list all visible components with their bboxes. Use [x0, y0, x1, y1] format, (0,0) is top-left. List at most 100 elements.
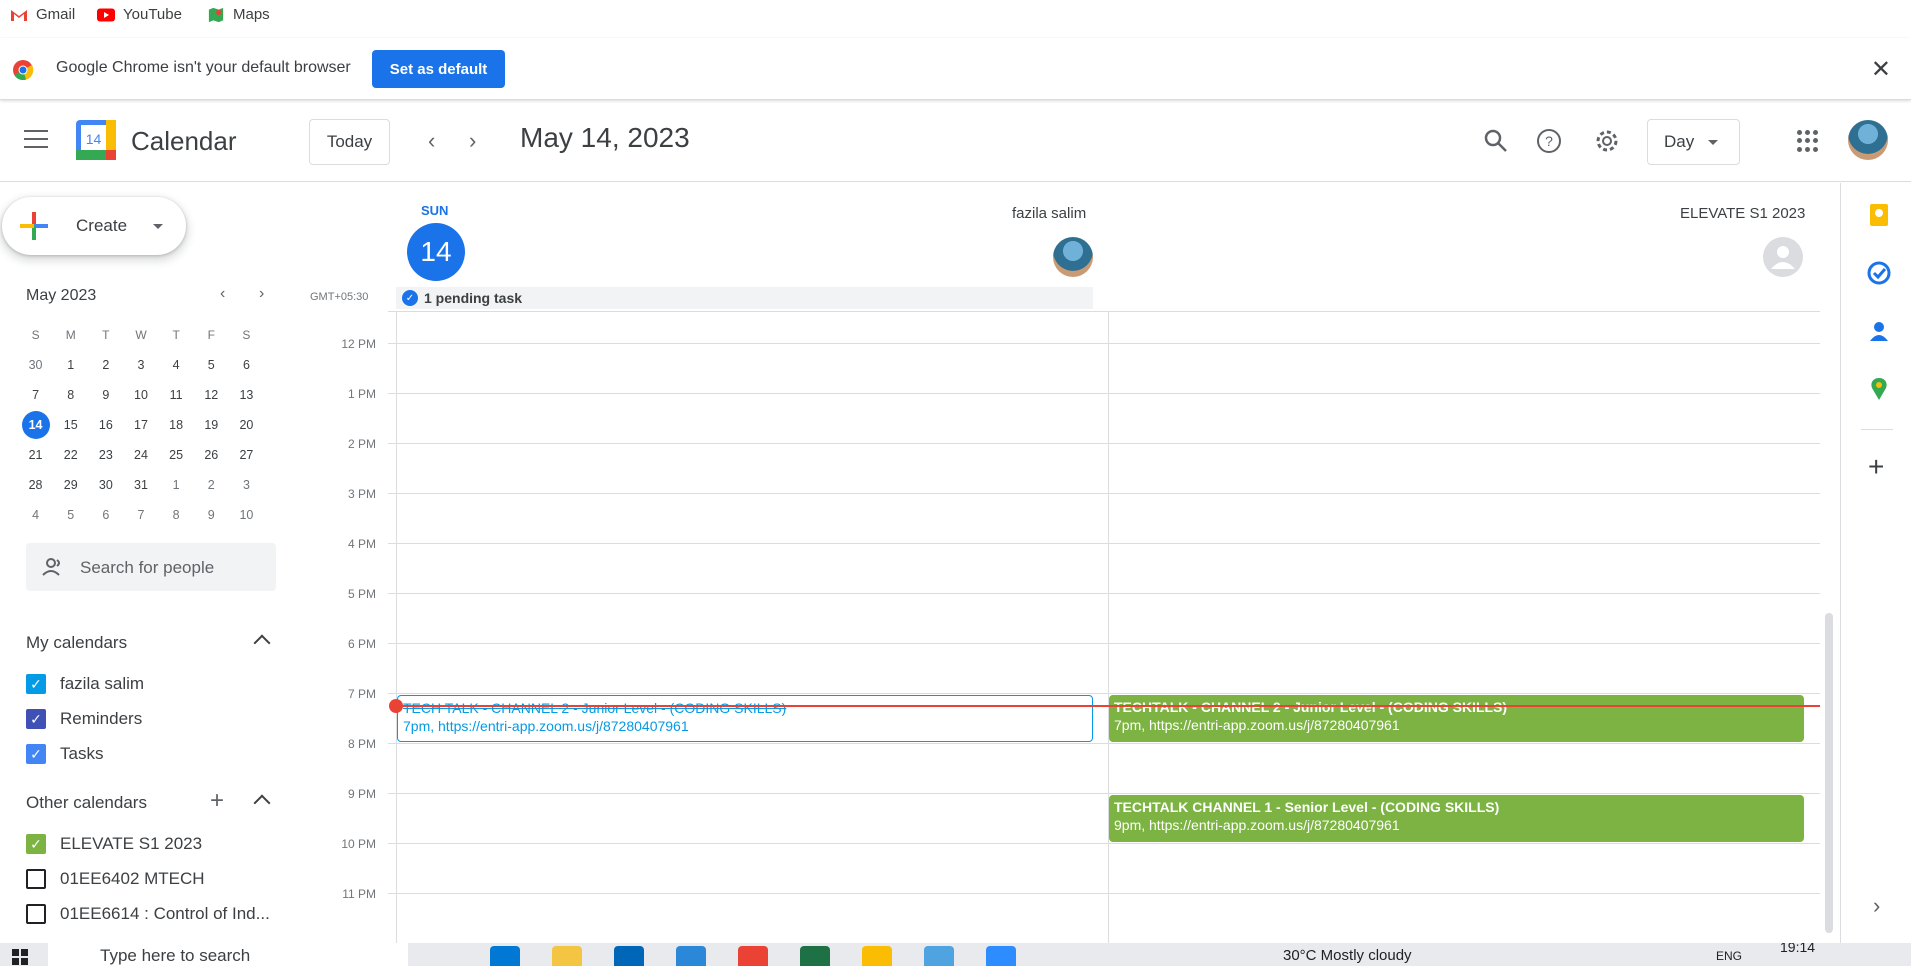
store-icon[interactable] — [676, 946, 706, 966]
edge-icon[interactable] — [490, 946, 520, 966]
event-techtalk-senior-elevate[interactable]: TECHTALK CHANNEL 1 - Senior Level - (COD… — [1109, 795, 1804, 842]
language-indicator[interactable]: ENG — [1716, 949, 1742, 963]
mini-day[interactable]: 7 — [18, 381, 53, 409]
contacts-icon[interactable] — [1867, 319, 1891, 343]
calendar-item-01ee6614[interactable]: 01EE6614 : Control of Ind... — [26, 900, 270, 928]
mini-day[interactable]: 5 — [53, 501, 88, 529]
mini-day[interactable]: 27 — [229, 441, 264, 469]
mini-day[interactable]: 10 — [229, 501, 264, 529]
mini-day[interactable]: 4 — [18, 501, 53, 529]
mini-day[interactable]: 30 — [88, 471, 123, 499]
mini-day[interactable]: 5 — [194, 351, 229, 379]
weather-text[interactable]: 30°C Mostly cloudy — [1283, 947, 1412, 964]
mini-day[interactable]: 4 — [159, 351, 194, 379]
calendar-item-fazila-salim[interactable]: ✓ fazila salim — [26, 670, 144, 698]
checkbox-checked-icon[interactable]: ✓ — [26, 709, 46, 729]
close-icon[interactable]: ✕ — [1871, 55, 1891, 84]
mini-day[interactable]: 9 — [194, 501, 229, 529]
calendar-item-tasks[interactable]: ✓ Tasks — [26, 740, 103, 768]
mini-day[interactable]: 16 — [88, 411, 123, 439]
mini-prev-month-icon[interactable]: ‹ — [220, 285, 225, 303]
mini-day[interactable]: 25 — [159, 441, 194, 469]
photos-icon[interactable] — [924, 946, 954, 966]
mini-day[interactable]: 2 — [194, 471, 229, 499]
mini-day[interactable]: 29 — [53, 471, 88, 499]
search-people-input[interactable]: Search for people — [26, 543, 276, 591]
mini-day[interactable]: 15 — [53, 411, 88, 439]
event-techtalk-junior-elevate[interactable]: TECHTALK - CHANNEL 2 - Junior Level - (C… — [1109, 695, 1804, 742]
mini-day[interactable]: 8 — [159, 501, 194, 529]
chevron-up-icon[interactable] — [253, 634, 271, 652]
next-period-button[interactable]: › — [469, 128, 476, 154]
mini-day[interactable]: 18 — [159, 411, 194, 439]
mini-day[interactable]: 1 — [53, 351, 88, 379]
checkbox-unchecked-icon[interactable] — [26, 869, 46, 889]
expand-panel-icon[interactable]: › — [1873, 893, 1880, 919]
settings-gear-icon[interactable] — [1593, 127, 1621, 155]
today-button[interactable]: Today — [309, 119, 390, 165]
bookmark-maps[interactable]: Maps — [207, 6, 270, 23]
current-day-circle[interactable]: 14 — [407, 223, 465, 281]
mini-day[interactable]: 17 — [123, 411, 158, 439]
chrome-taskbar-icon[interactable] — [862, 946, 892, 966]
mini-day-selected[interactable]: 14 — [18, 411, 53, 439]
zoom-icon[interactable] — [986, 946, 1016, 966]
mini-day[interactable]: 11 — [159, 381, 194, 409]
help-icon[interactable]: ? — [1535, 127, 1563, 155]
mini-day[interactable]: 21 — [18, 441, 53, 469]
mini-day[interactable]: 31 — [123, 471, 158, 499]
mini-day[interactable]: 22 — [53, 441, 88, 469]
keep-icon[interactable] — [1867, 203, 1891, 227]
main-menu-icon[interactable] — [24, 130, 48, 148]
add-addon-icon[interactable]: + — [1868, 451, 1884, 483]
gmail-taskbar-icon[interactable] — [738, 946, 768, 966]
mini-day[interactable]: 3 — [229, 471, 264, 499]
mini-day[interactable]: 3 — [123, 351, 158, 379]
mini-day[interactable]: 23 — [88, 441, 123, 469]
mail-icon[interactable] — [614, 946, 644, 966]
taskbar-search-input[interactable]: Type here to search — [48, 943, 408, 966]
maps-icon[interactable] — [1867, 377, 1891, 401]
clock-time[interactable]: 19:14 — [1780, 943, 1815, 955]
checkbox-checked-icon[interactable]: ✓ — [26, 834, 46, 854]
mini-day[interactable]: 7 — [123, 501, 158, 529]
checkbox-checked-icon[interactable]: ✓ — [26, 674, 46, 694]
excel-icon[interactable] — [800, 946, 830, 966]
search-icon[interactable] — [1482, 127, 1510, 155]
mini-day[interactable]: 10 — [123, 381, 158, 409]
account-avatar[interactable] — [1848, 120, 1888, 160]
file-explorer-icon[interactable] — [552, 946, 582, 966]
grid-scrollbar[interactable] — [1825, 613, 1833, 933]
windows-start-icon[interactable] — [12, 949, 28, 965]
mini-day[interactable]: 30 — [18, 351, 53, 379]
create-button[interactable]: Create — [2, 197, 186, 255]
mini-day[interactable]: 12 — [194, 381, 229, 409]
bookmark-gmail[interactable]: Gmail — [10, 6, 75, 23]
set-as-default-button[interactable]: Set as default — [372, 50, 505, 88]
my-calendars-title[interactable]: My calendars — [26, 633, 127, 653]
chevron-up-icon[interactable] — [253, 794, 271, 812]
checkbox-unchecked-icon[interactable] — [26, 904, 46, 924]
mini-day[interactable]: 24 — [123, 441, 158, 469]
other-calendars-title[interactable]: Other calendars — [26, 793, 147, 813]
google-apps-icon[interactable] — [1797, 130, 1819, 152]
calendar-item-elevate[interactable]: ✓ ELEVATE S1 2023 — [26, 830, 202, 858]
pending-task-chip[interactable]: ✓ 1 pending task — [396, 287, 1093, 309]
view-selector[interactable]: Day — [1647, 119, 1740, 165]
bookmark-youtube[interactable]: YouTube — [97, 6, 182, 23]
mini-day[interactable]: 6 — [88, 501, 123, 529]
mini-day[interactable]: 13 — [229, 381, 264, 409]
event-techtalk-junior-fazila[interactable]: TECH TALK - CHANNEL 2 - Junior Level - (… — [397, 695, 1093, 742]
mini-day[interactable]: 2 — [88, 351, 123, 379]
mini-next-month-icon[interactable]: › — [259, 285, 264, 303]
mini-day[interactable]: 9 — [88, 381, 123, 409]
mini-day[interactable]: 19 — [194, 411, 229, 439]
mini-day[interactable]: 8 — [53, 381, 88, 409]
prev-period-button[interactable]: ‹ — [428, 128, 435, 154]
checkbox-checked-icon[interactable]: ✓ — [26, 744, 46, 764]
mini-day[interactable]: 28 — [18, 471, 53, 499]
add-calendar-icon[interactable]: + — [210, 787, 224, 815]
mini-day[interactable]: 6 — [229, 351, 264, 379]
tasks-icon[interactable] — [1867, 261, 1891, 285]
mini-day[interactable]: 26 — [194, 441, 229, 469]
